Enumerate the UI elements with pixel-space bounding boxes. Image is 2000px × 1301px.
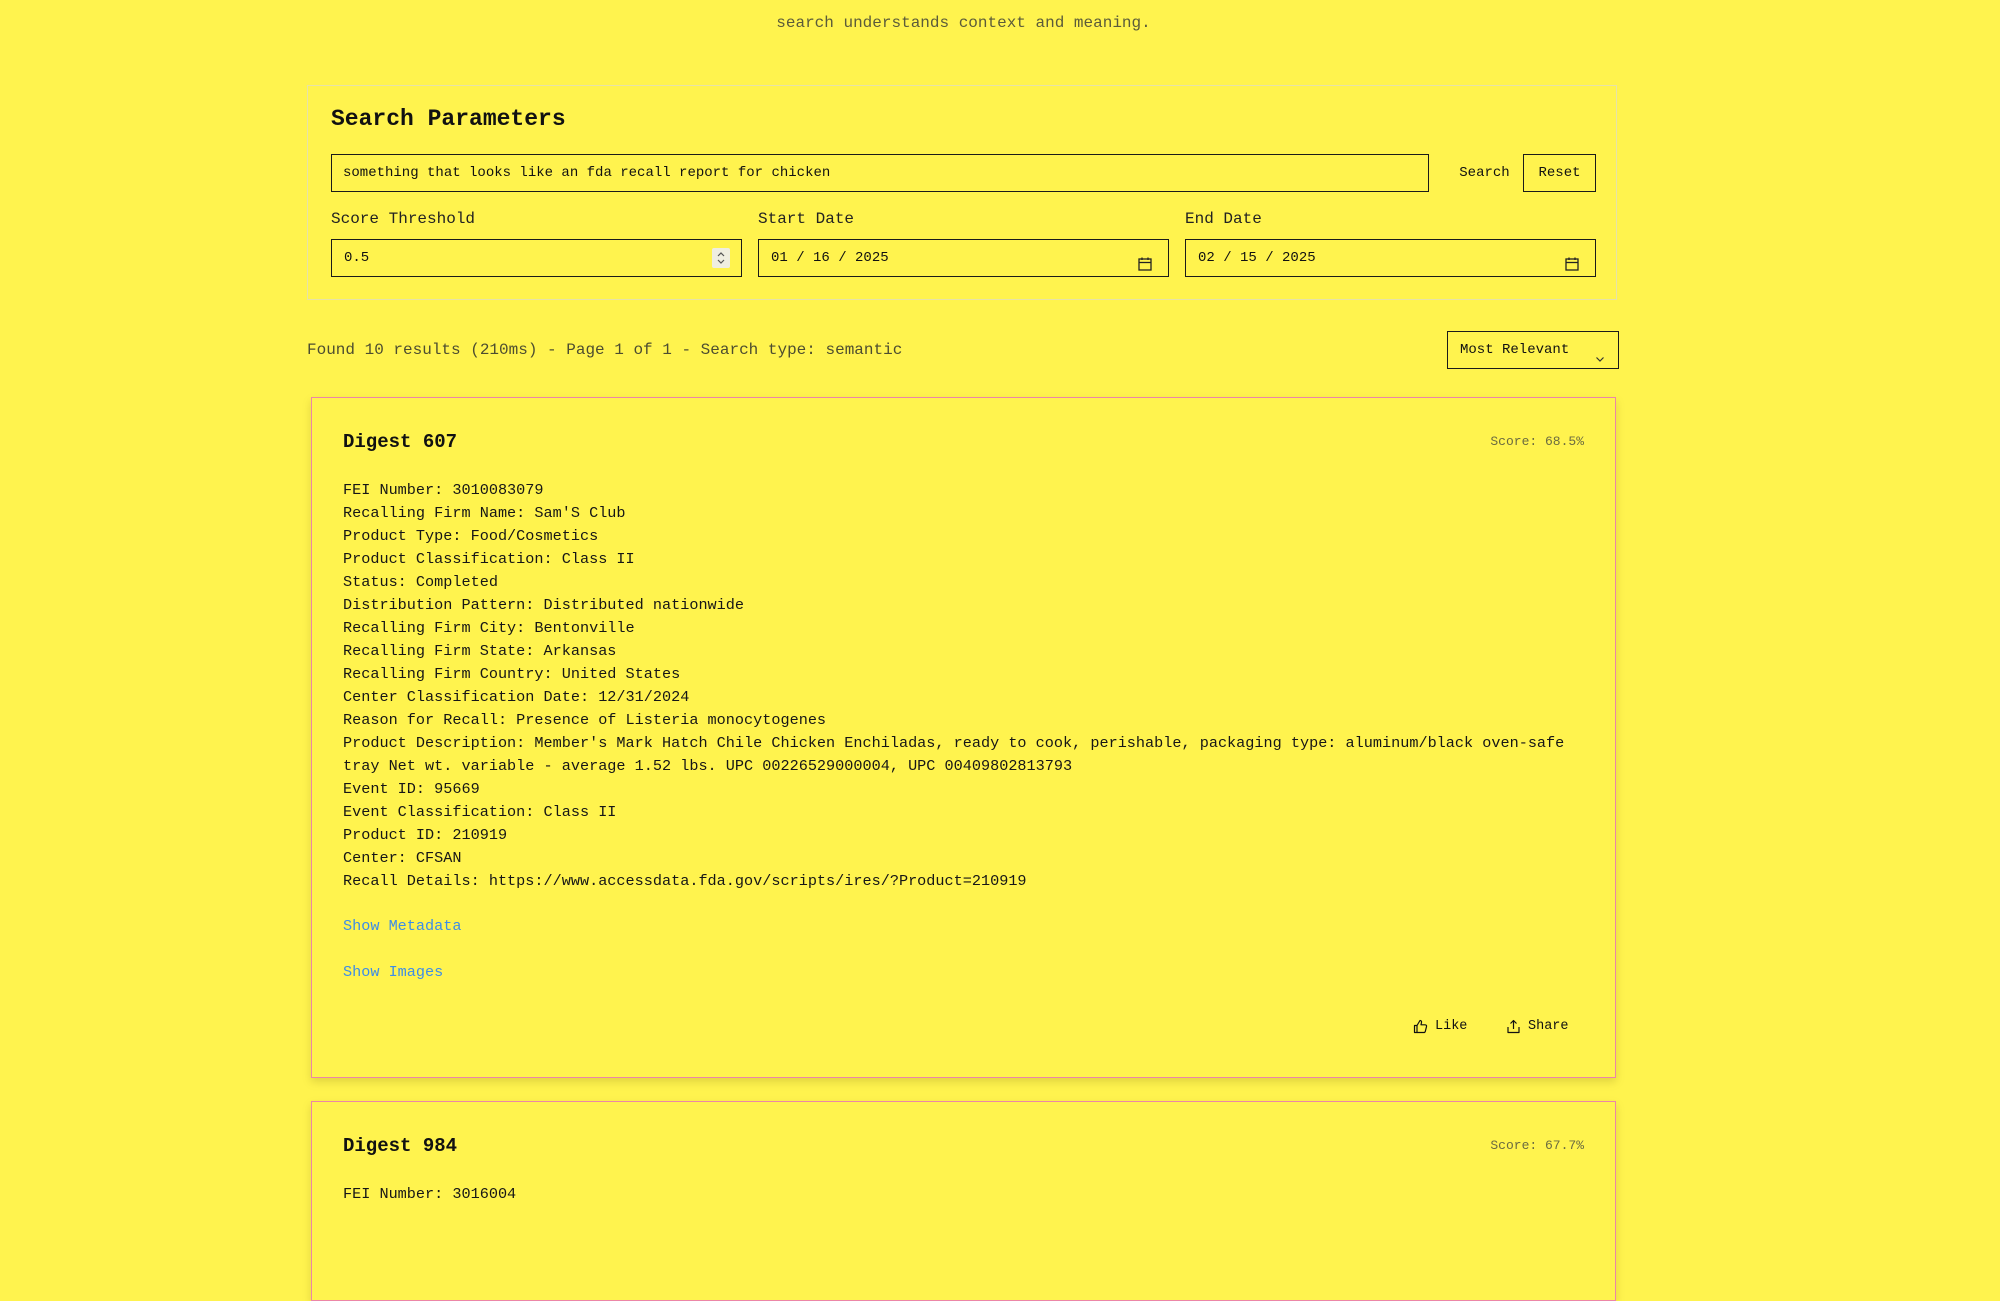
result-field: FEI Number: 3010083079	[343, 481, 544, 499]
result-card: Digest 607 Score: 68.5% FEI Number: 3010…	[311, 397, 1616, 1078]
search-button[interactable]: Search	[1446, 154, 1523, 192]
result-field: Product Description: Member's Mark Hatch…	[343, 734, 1565, 775]
search-input[interactable]: something that looks like an fda recall …	[331, 154, 1429, 192]
results-status: Found 10 results (210ms) - Page 1 of 1 -…	[307, 341, 903, 359]
result-card-title: Digest 607	[343, 431, 458, 453]
share-button[interactable]: Share	[1506, 1019, 1569, 1034]
result-field: Recalling Firm Country: United States	[343, 665, 681, 683]
calendar-icon[interactable]	[1138, 250, 1152, 286]
result-field: Recall Details: https://www.accessdata.f…	[343, 872, 1027, 890]
search-parameters-title: Search Parameters	[331, 106, 566, 132]
result-field: Status: Completed	[343, 573, 498, 591]
share-label: Share	[1528, 1019, 1569, 1034]
thumbs-up-icon	[1413, 1019, 1428, 1034]
like-button[interactable]: Like	[1413, 1019, 1467, 1034]
tagline: search understands context and meaning.	[776, 14, 1151, 32]
result-card-title: Digest 984	[343, 1135, 458, 1157]
result-field: Event ID: 95669	[343, 780, 480, 798]
result-field: Event Classification: Class II	[343, 803, 617, 821]
result-field: Product Classification: Class II	[343, 550, 635, 568]
reset-button[interactable]: Reset	[1523, 154, 1596, 192]
calendar-icon[interactable]	[1565, 250, 1579, 286]
search-parameters-panel: Search Parameters something that looks l…	[307, 85, 1617, 300]
result-card-body: FEI Number: 3010083079 Recalling Firm Na…	[343, 479, 1588, 893]
result-field: Product Type: Food/Cosmetics	[343, 527, 599, 545]
result-card-score: Score: 67.7%	[1490, 1138, 1584, 1153]
result-field: Center Classification Date: 12/31/2024	[343, 688, 690, 706]
start-date-value: 01 / 16 / 2025	[771, 250, 889, 266]
sort-select[interactable]: Most Relevant	[1447, 331, 1619, 369]
end-date-value: 02 / 15 / 2025	[1198, 250, 1316, 266]
result-field: Distribution Pattern: Distributed nation…	[343, 596, 745, 614]
chevron-down-icon	[1594, 344, 1606, 380]
sort-select-value: Most Relevant	[1460, 342, 1570, 358]
result-field: Product ID: 210919	[343, 826, 508, 844]
result-card-body: FEI Number: 3016004	[343, 1183, 1588, 1206]
show-metadata-link[interactable]: Show Metadata	[343, 917, 461, 935]
result-card-score: Score: 68.5%	[1490, 434, 1584, 449]
start-date-input[interactable]: 01 / 16 / 2025	[758, 239, 1169, 277]
spinner-icon[interactable]	[712, 248, 730, 268]
result-field: Recalling Firm City: Bentonville	[343, 619, 635, 637]
show-images-link[interactable]: Show Images	[343, 963, 443, 981]
result-field: Recalling Firm Name: Sam'S Club	[343, 504, 626, 522]
result-field: Center: CFSAN	[343, 849, 462, 867]
result-field: FEI Number: 3016004	[343, 1185, 517, 1203]
end-date-input[interactable]: 02 / 15 / 2025	[1185, 239, 1596, 277]
result-card: Digest 984 Score: 67.7% FEI Number: 3016…	[311, 1101, 1616, 1301]
like-label: Like	[1435, 1019, 1468, 1034]
end-date-label: End Date	[1185, 210, 1262, 228]
result-field: Recalling Firm State: Arkansas	[343, 642, 617, 660]
start-date-label: Start Date	[758, 210, 855, 228]
result-field: Reason for Recall: Presence of Listeria …	[343, 711, 827, 729]
score-threshold-input[interactable]: 0.5	[331, 239, 742, 277]
score-threshold-value: 0.5	[344, 250, 370, 266]
share-icon	[1506, 1019, 1521, 1034]
score-threshold-label: Score Threshold	[331, 210, 476, 228]
